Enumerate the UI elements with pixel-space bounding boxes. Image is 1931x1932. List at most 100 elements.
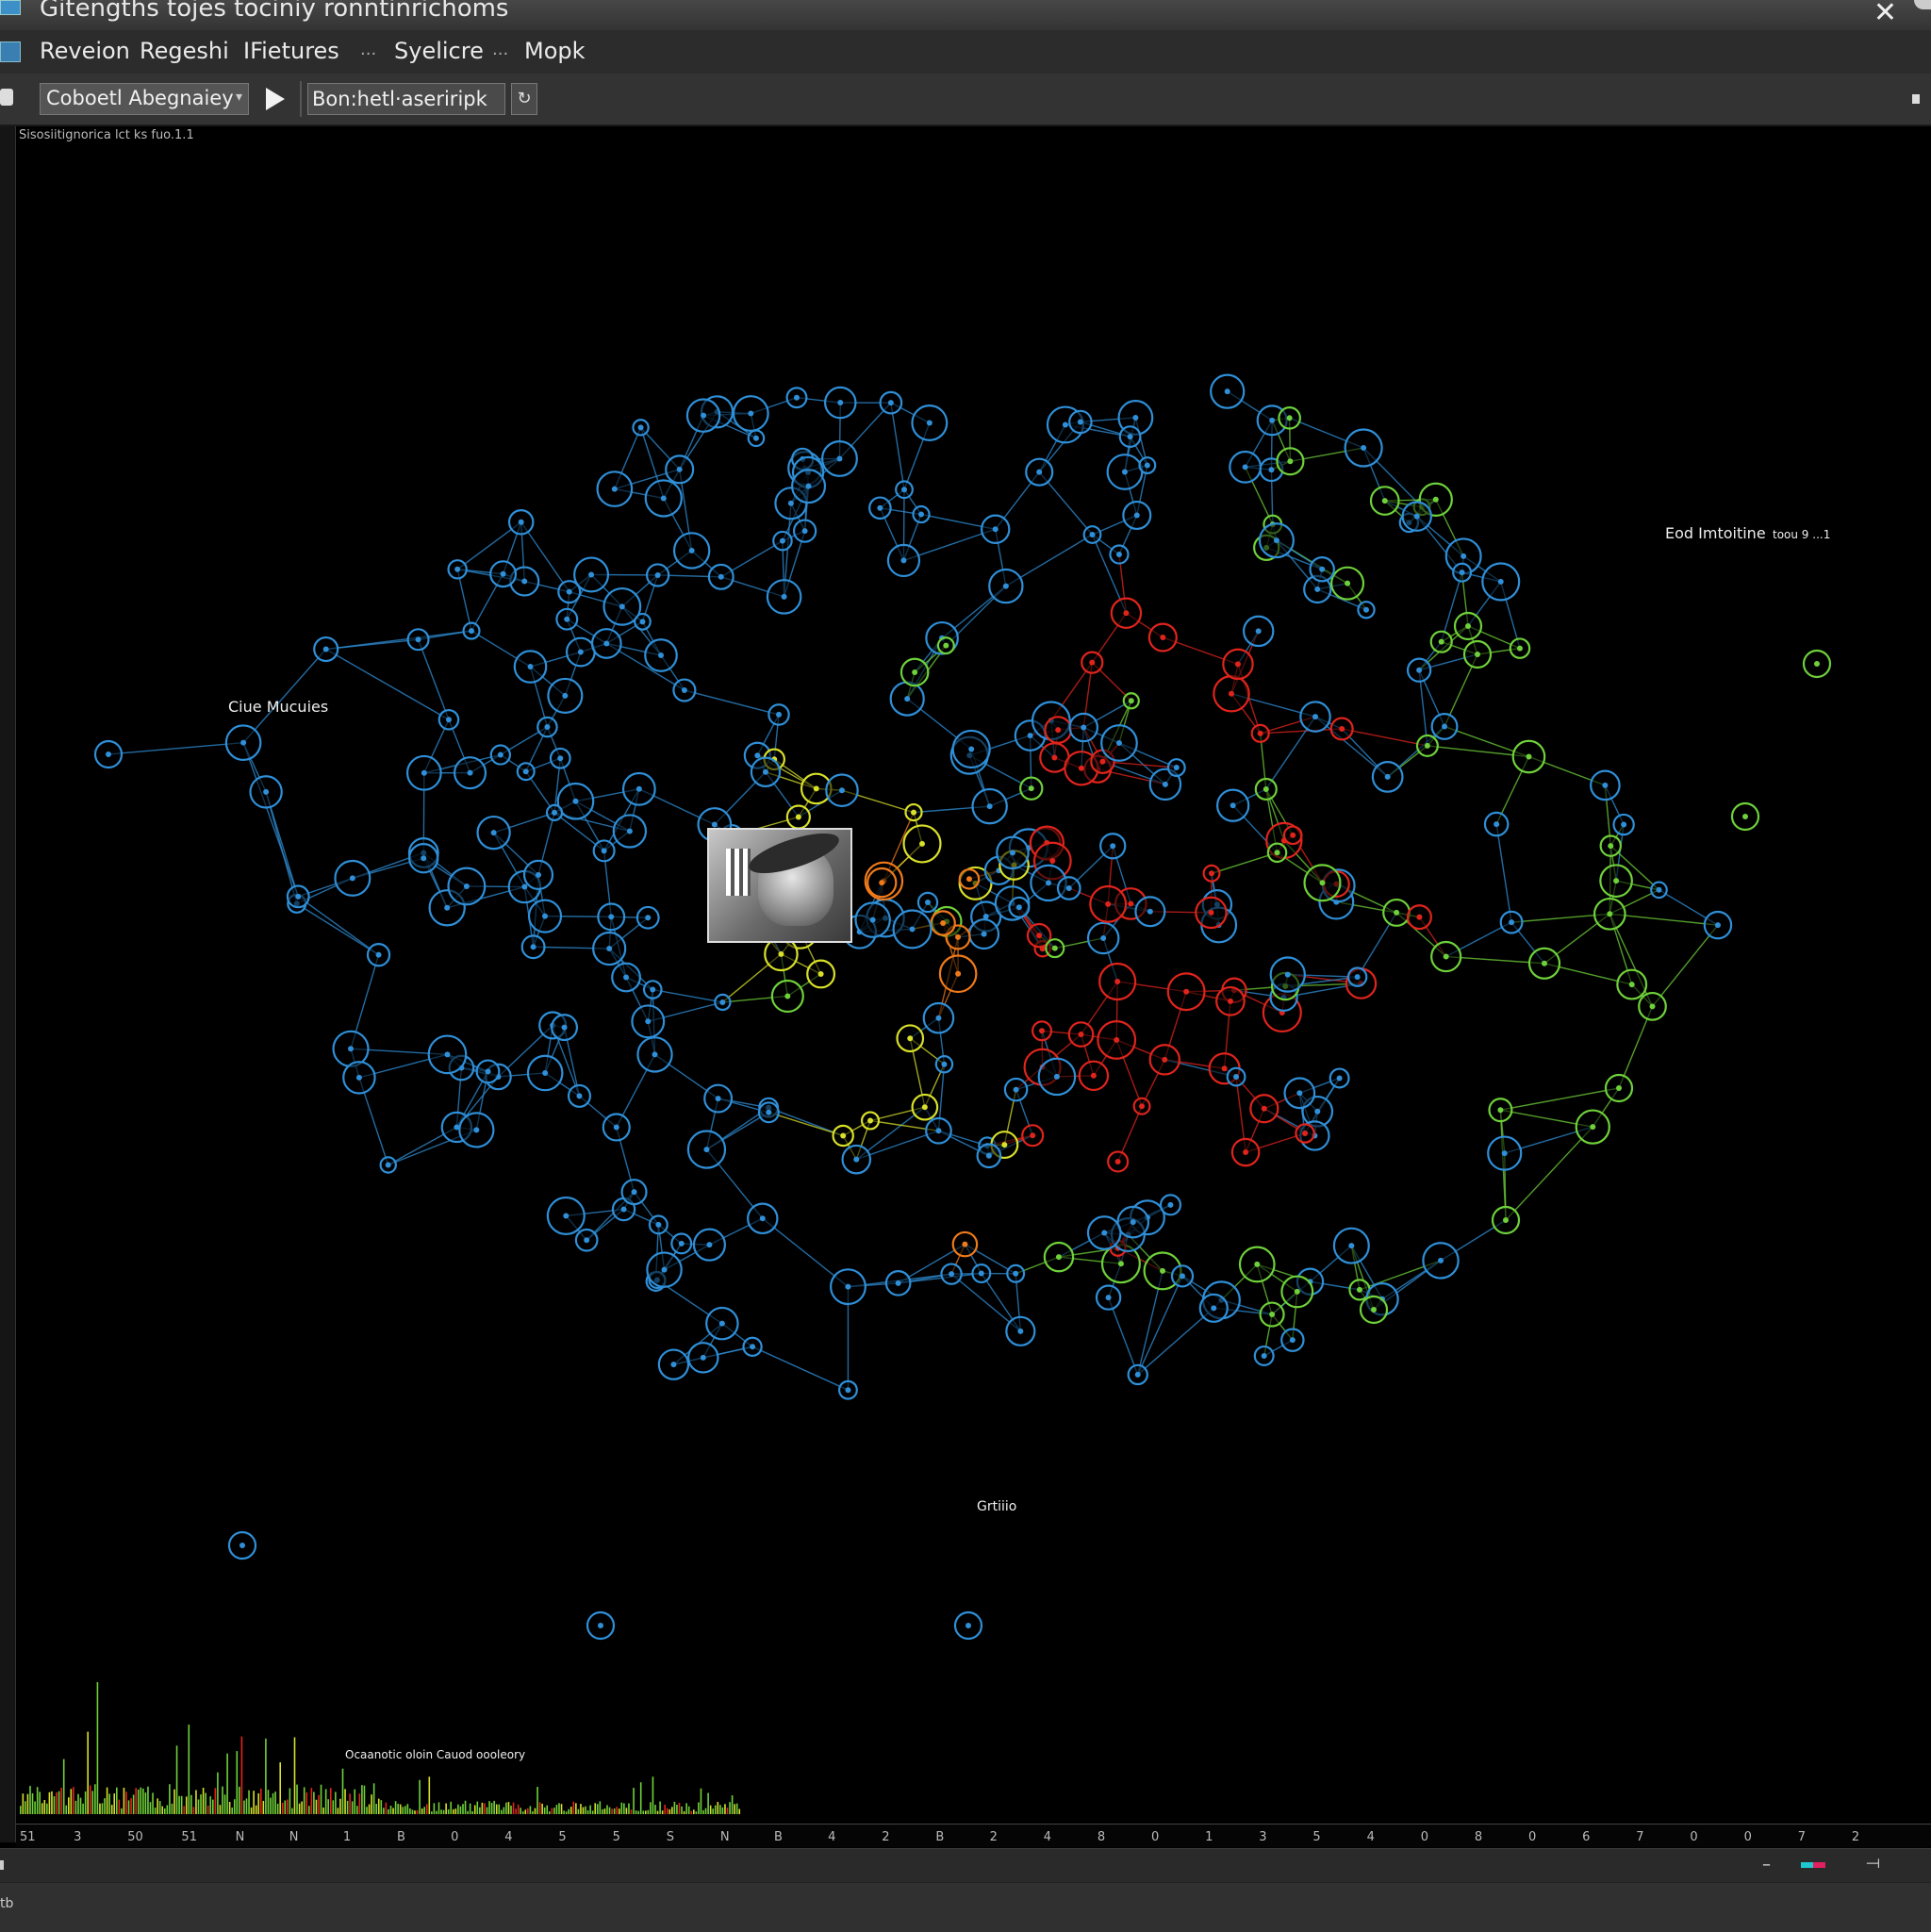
histogram-bar [419,1780,421,1814]
histogram-bar [600,1801,602,1814]
histogram-bar [592,1810,594,1814]
timeline-marker[interactable] [1801,1862,1825,1868]
graph-node-core [1590,1124,1595,1130]
graph-node-core [1131,1219,1136,1225]
close-icon[interactable]: ✕ [1873,0,1897,29]
timeline-tick: 8 [1475,1830,1482,1844]
graph-node-core [619,603,625,609]
histogram-bar [119,1800,121,1814]
graph-node-core [1494,821,1499,827]
timeline-tick: 50 [127,1830,143,1844]
histogram-bar [738,1809,740,1814]
histogram-bar [431,1811,433,1814]
window-corner-icon [1914,0,1931,9]
histogram-bar [705,1808,707,1814]
histogram-bar [522,1811,524,1814]
menu-separator: ... [360,40,376,59]
histogram-bar [409,1808,411,1814]
menu-item-syelicre[interactable]: Syelicre [394,38,484,64]
graph-node-core [1036,470,1042,475]
menu-item-mopk[interactable]: Mopk [524,38,586,64]
graph-node-core [877,505,883,511]
graph-node-core [562,693,568,699]
lock-icon[interactable] [0,89,13,106]
graph-node-core [444,905,450,911]
histogram-bar [417,1810,419,1814]
histogram-bar [203,1788,205,1814]
graph-node-core [584,1237,589,1243]
graph-node-core [1337,1075,1343,1081]
graph-edge [419,639,449,719]
graph-node-core [350,875,355,881]
histogram-bar [575,1803,577,1814]
histogram-bar [536,1787,538,1814]
histogram-bar [597,1804,599,1814]
histogram-bar [525,1809,527,1814]
histogram-bar [491,1803,493,1814]
graph-node-core [638,424,644,430]
menu-item-fietures[interactable]: IFietures [243,38,339,64]
histogram-bar [628,1804,630,1814]
graph-node-core [562,1025,568,1031]
timeline-tick: 0 [1690,1830,1697,1844]
timeline-ruler[interactable]: 5135051NN1B0455SNB42B24801354080670072 [16,1824,1931,1847]
histogram-bar [167,1805,169,1814]
options-icon[interactable] [1912,94,1920,104]
histogram-bar [669,1809,671,1814]
search-input[interactable] [307,83,505,115]
graph-node-core [716,1096,721,1101]
chevron-down-icon: ▾ [236,90,242,105]
graph-node-core [935,1016,941,1021]
graph-node-core [1274,537,1279,543]
histogram-bar [580,1804,582,1814]
histogram-bar [674,1802,676,1814]
graph-node-core [794,395,800,401]
graph-node-core [900,557,906,563]
graph-node-core [614,1124,619,1130]
histogram-bar [693,1809,695,1814]
histogram-bar [710,1806,712,1814]
graph-node-core [263,789,269,795]
histogram-bar [125,1792,127,1814]
menu-item-reveion[interactable]: Reveion [40,38,130,64]
graph-edge [768,1108,843,1136]
histogram-bar [503,1808,505,1814]
histogram-bar [94,1784,96,1814]
histogram-bar [631,1809,633,1814]
refresh-icon[interactable]: ↻ [511,83,537,115]
layout-select[interactable]: Coboetl Abegnaiey ▾ [40,83,249,115]
play-icon[interactable] [260,85,290,113]
fit-width-icon[interactable]: ⟞ [1866,1853,1880,1873]
zoom-out-button[interactable]: – [1762,1855,1771,1874]
histogram-bar [715,1806,717,1814]
histogram-bar [539,1802,541,1814]
histogram-bar [701,1789,702,1814]
timeline-tick: 2 [882,1830,889,1844]
histogram-bar [44,1800,46,1814]
graph-node-core [1502,1150,1508,1156]
histogram-bar [102,1803,104,1814]
graph-node-core [1129,698,1134,703]
graph-node-core [1078,419,1083,424]
graph-node-core [519,520,524,525]
histogram-bar [157,1798,158,1814]
menu-app-icon[interactable] [0,41,21,62]
histogram-bar [718,1802,719,1814]
histogram-bar [421,1808,423,1814]
graph-node-core [1079,766,1084,771]
network-graph-canvas[interactable] [16,126,1931,1842]
histogram-bar [128,1800,130,1814]
graph-edge [1496,824,1511,922]
histogram-bar [488,1801,490,1814]
histogram-bar [390,1806,392,1814]
histogram-bar [217,1773,219,1814]
menu-item-regeshi[interactable]: Regeshi [140,38,229,64]
histogram-bar [138,1790,140,1814]
menu-bar: Reveion Regeshi IFietures ... Syelicre .… [0,30,1931,74]
histogram-bar [251,1808,253,1814]
timeline-tick: 2 [990,1830,998,1844]
graph-node-core [1465,623,1471,629]
node-thumbnail-image[interactable] [707,828,852,943]
graph-node-core [780,538,785,544]
graph-node-core [1348,1243,1354,1248]
